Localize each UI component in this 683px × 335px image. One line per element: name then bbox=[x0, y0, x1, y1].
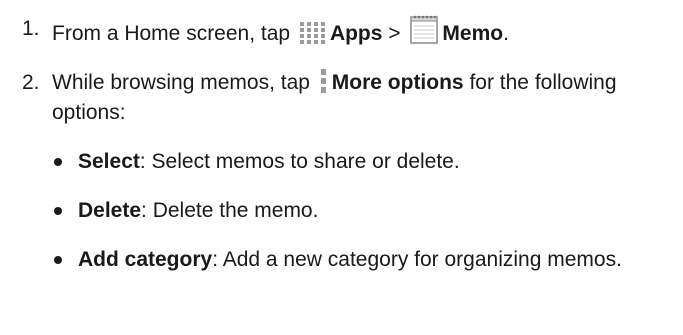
step-1: 1. From a Home screen, tap Apps > Memo. bbox=[22, 14, 672, 49]
option-desc: : Add a new category for organizing memo… bbox=[212, 248, 622, 271]
more-options-icon bbox=[320, 69, 326, 93]
apps-label: Apps bbox=[329, 22, 383, 45]
memo-notepad-icon bbox=[410, 15, 439, 44]
step-text: From a Home screen, tap Apps > Memo. bbox=[52, 14, 672, 49]
option-desc: : Select memos to share or delete. bbox=[139, 150, 460, 173]
step-text: While browsing memos, tap More options f… bbox=[52, 69, 617, 124]
instructions: 1. From a Home screen, tap Apps > Memo. … bbox=[22, 14, 672, 274]
bullet-icon bbox=[54, 158, 62, 166]
bullet-icon bbox=[54, 207, 62, 215]
list-item: Delete: Delete the memo. bbox=[52, 197, 672, 225]
more-options-label: More options bbox=[331, 71, 464, 94]
step-number: 1. bbox=[22, 17, 40, 40]
memo-label: Memo bbox=[442, 22, 504, 45]
options-list: Select: Select memos to share or delete.… bbox=[52, 148, 672, 274]
option-term: Delete bbox=[78, 199, 142, 222]
bullet-icon bbox=[54, 256, 62, 264]
step-number: 2. bbox=[22, 71, 40, 94]
step-2: 2. While browsing memos, tap More option… bbox=[22, 68, 672, 128]
option-desc: : Delete the memo. bbox=[141, 199, 319, 222]
option-term: Select bbox=[78, 150, 140, 173]
apps-grid-icon bbox=[299, 22, 325, 44]
option-term: Add category bbox=[78, 248, 213, 271]
list-item: Add category: Add a new category for org… bbox=[52, 246, 672, 274]
list-item: Select: Select memos to share or delete. bbox=[52, 148, 672, 176]
